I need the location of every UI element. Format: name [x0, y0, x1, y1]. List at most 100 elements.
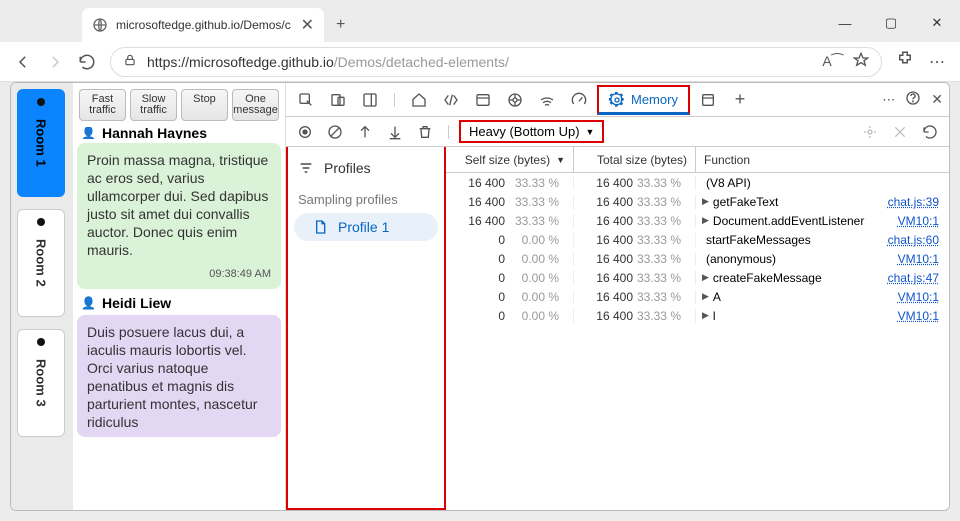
source-link[interactable]: VM10:1	[898, 290, 949, 304]
delete-filter-button[interactable]	[887, 120, 913, 144]
message-bubble: Duis posuere lacus dui, a iaculis mauris…	[77, 315, 281, 437]
devtools-more-icon[interactable]: ⋯	[882, 92, 895, 108]
source-link[interactable]: VM10:1	[898, 252, 949, 266]
source-link[interactable]: chat.js:47	[888, 271, 949, 285]
room-3[interactable]: Room 3	[17, 329, 65, 437]
delete-button[interactable]	[412, 120, 438, 144]
room-label: Room 2	[34, 239, 49, 287]
device-toolbar-icon[interactable]	[324, 86, 352, 114]
view-selector-label: Heavy (Bottom Up)	[469, 124, 580, 139]
favorite-icon[interactable]	[853, 52, 869, 71]
devtools-close-icon[interactable]: ✕	[931, 91, 943, 108]
message-text: Duis posuere lacus dui, a iaculis mauris…	[87, 323, 271, 431]
focus-button[interactable]	[857, 120, 883, 144]
presence-dot-icon	[37, 338, 45, 346]
chat-pane: Fasttraffic Slowtraffic Stop Onemessage …	[73, 83, 286, 510]
window-close-button[interactable]: ✕	[914, 8, 960, 38]
function-name: l	[713, 309, 716, 323]
performance-tab-icon[interactable]	[565, 86, 593, 114]
chat-controls: Fasttraffic Slowtraffic Stop Onemessage	[73, 83, 285, 127]
room-label: Room 1	[34, 119, 49, 167]
one-message-button[interactable]: Onemessage	[232, 89, 279, 121]
titlebar: microsoftedge.github.io/Demos/c ✕ + — ▢ …	[0, 0, 960, 42]
source-link[interactable]: VM10:1	[898, 214, 949, 228]
window-minimize-button[interactable]: —	[822, 8, 868, 38]
refresh-button[interactable]	[78, 53, 96, 71]
source-link[interactable]: chat.js:60	[888, 233, 949, 247]
function-name: getFakeText	[713, 195, 778, 209]
reading-mode-icon[interactable]: A⁀	[822, 53, 843, 70]
view-selector[interactable]: Heavy (Bottom Up) ▼	[459, 120, 604, 143]
table-row[interactable]: 16 40033.33 %16 40033.33 %(V8 API)	[446, 173, 949, 192]
slow-traffic-button[interactable]: Slowtraffic	[130, 89, 177, 121]
tab-close-icon[interactable]: ✕	[301, 15, 314, 35]
tab-title: microsoftedge.github.io/Demos/c	[116, 18, 291, 32]
table-row[interactable]: 00.00 %16 40033.33 %(anonymous)VM10:1	[446, 249, 949, 268]
fast-traffic-button[interactable]: Fasttraffic	[79, 89, 126, 121]
devtools-pane: Memory + ⋯ ✕ Heavy (Bottom Up) ▼	[286, 83, 949, 510]
url-box[interactable]: https://microsoftedge.github.io/Demos/de…	[110, 47, 882, 77]
browser-tab[interactable]: microsoftedge.github.io/Demos/c ✕	[82, 8, 324, 42]
new-tab-button[interactable]: +	[336, 16, 345, 42]
url-text: https://microsoftedge.github.io/Demos/de…	[147, 54, 812, 70]
table-row[interactable]: 16 40033.33 %16 40033.33 %▶getFakeTextch…	[446, 192, 949, 211]
inspect-icon[interactable]	[292, 86, 320, 114]
table-row[interactable]: 16 40033.33 %16 40033.33 %▶Document.addE…	[446, 211, 949, 230]
function-name: (V8 API)	[706, 176, 751, 190]
room-2[interactable]: Room 2	[17, 209, 65, 317]
chevron-down-icon: ▼	[586, 127, 595, 137]
profile-item[interactable]: Profile 1	[294, 213, 438, 241]
table-row[interactable]: 00.00 %16 40033.33 %startFakeMessagescha…	[446, 230, 949, 249]
filter-icon	[298, 160, 314, 176]
sort-desc-icon: ▼	[556, 155, 565, 165]
refresh-profiles-button[interactable]	[917, 120, 943, 144]
lock-icon	[123, 53, 137, 70]
function-name: Document.addEventListener	[713, 214, 864, 228]
profile-table: Self size (bytes) ▼ Total size (bytes) F…	[446, 147, 949, 510]
table-row[interactable]: 00.00 %16 40033.33 %▶lVM10:1	[446, 306, 949, 325]
clear-button[interactable]	[322, 120, 348, 144]
import-button[interactable]	[352, 120, 378, 144]
col-self-header[interactable]: Self size (bytes) ▼	[446, 147, 574, 172]
sources-tab-icon[interactable]	[501, 86, 529, 114]
dock-icon[interactable]	[356, 86, 384, 114]
network-tab-icon[interactable]	[533, 86, 561, 114]
record-button[interactable]	[292, 120, 318, 144]
sender-name: Heidi Liew	[81, 295, 281, 311]
table-row[interactable]: 00.00 %16 40033.33 %▶AVM10:1	[446, 287, 949, 306]
memory-body: Profiles Sampling profiles Profile 1 Sel…	[286, 147, 949, 510]
source-link[interactable]: VM10:1	[898, 309, 949, 323]
profile-file-icon	[312, 219, 328, 235]
content-area: Room 1 Room 2 Room 3 Fasttraffic Slowtra…	[10, 82, 950, 511]
application-tab-icon[interactable]	[694, 86, 722, 114]
function-name: createFakeMessage	[713, 271, 822, 285]
col-function-header[interactable]: Function	[696, 147, 949, 172]
memory-tab[interactable]: Memory	[597, 85, 690, 115]
table-row[interactable]: 00.00 %16 40033.33 %▶createFakeMessagech…	[446, 268, 949, 287]
room-1[interactable]: Room 1	[17, 89, 65, 197]
elements-tab-icon[interactable]	[437, 86, 465, 114]
more-tabs-button[interactable]: +	[726, 86, 754, 114]
function-name: A	[713, 290, 721, 304]
console-tab-icon[interactable]	[469, 86, 497, 114]
devtools-help-icon[interactable]	[905, 90, 921, 109]
rooms-sidebar: Room 1 Room 2 Room 3	[11, 83, 73, 510]
source-link[interactable]: chat.js:39	[888, 195, 949, 209]
welcome-tab-icon[interactable]	[405, 86, 433, 114]
presence-dot-icon	[37, 218, 45, 226]
sampling-profiles-label: Sampling profiles	[288, 182, 444, 213]
col-total-header[interactable]: Total size (bytes)	[574, 147, 696, 172]
window-maximize-button[interactable]: ▢	[868, 8, 914, 38]
more-icon[interactable]: ⋯	[928, 52, 946, 72]
stop-button[interactable]: Stop	[181, 89, 228, 121]
extensions-icon[interactable]	[896, 50, 914, 73]
back-button[interactable]	[14, 53, 32, 71]
export-button[interactable]	[382, 120, 408, 144]
profiles-pane: Profiles Sampling profiles Profile 1	[286, 147, 446, 510]
room-label: Room 3	[34, 359, 49, 407]
message-text: Proin massa magna, tristique ac eros sed…	[87, 151, 271, 259]
globe-icon	[92, 17, 108, 33]
address-bar: https://microsoftedge.github.io/Demos/de…	[0, 42, 960, 82]
table-header: Self size (bytes) ▼ Total size (bytes) F…	[446, 147, 949, 173]
forward-button	[46, 53, 64, 71]
